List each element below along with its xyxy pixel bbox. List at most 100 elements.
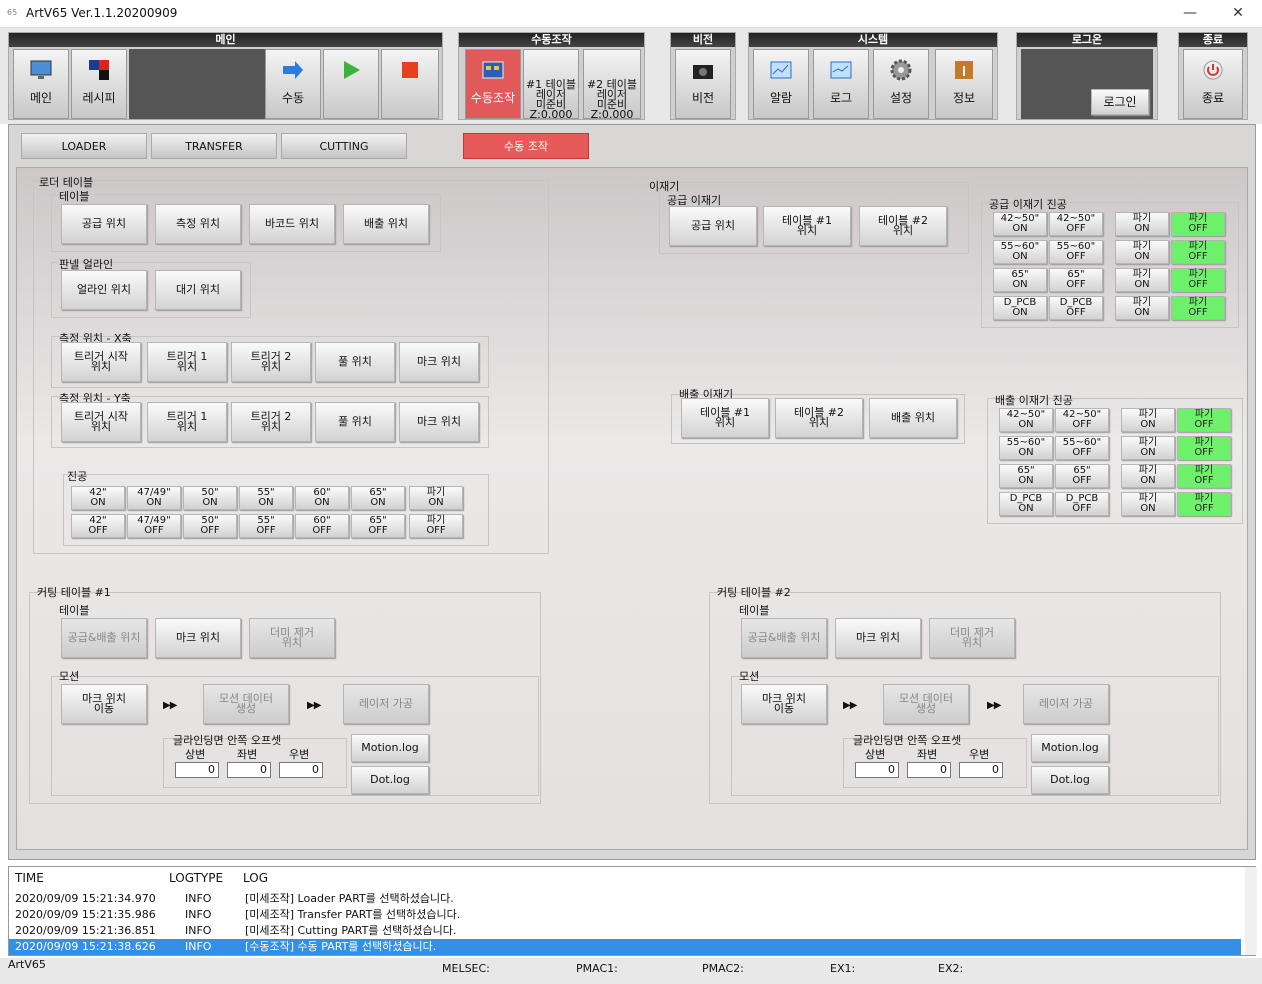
x-trig-start-button[interactable]: 트리거 시작 위치 — [61, 342, 141, 382]
manual-button[interactable]: 수동 — [265, 49, 321, 119]
loader-vac-off-3[interactable]: 55" OFF — [239, 514, 293, 538]
manual-op-button[interactable]: 수동조작 — [465, 49, 521, 119]
stop-button[interactable] — [381, 49, 439, 119]
log-button[interactable]: 로그 — [813, 49, 869, 119]
loader-vac-off-2[interactable]: 50" OFF — [183, 514, 237, 538]
x-trig1-button[interactable]: 트리거 1 위치 — [147, 342, 227, 382]
cut1-move-button[interactable]: 마크 위치 이동 — [61, 684, 147, 724]
tr-supply-button[interactable]: 공급 위치 — [669, 206, 757, 246]
dis-table1-button[interactable]: 테이블 #1 위치 — [681, 398, 769, 438]
loader-vac-on-5[interactable]: 65" ON — [351, 486, 405, 510]
cut1-mark-button[interactable]: 마크 위치 — [155, 618, 241, 658]
cut2-top-input[interactable]: 0 — [855, 762, 899, 778]
discharge-vac-2-3[interactable]: 파기 OFF — [1177, 464, 1231, 488]
loader-vac-on-1[interactable]: 47/49" ON — [127, 486, 181, 510]
tab-transfer[interactable]: TRANSFER — [151, 133, 277, 159]
dis-pos-button[interactable]: 배출 위치 — [869, 398, 957, 438]
discharge-vac-3-3[interactable]: 파기 OFF — [1177, 492, 1231, 516]
y-trig-start-button[interactable]: 트리거 시작 위치 — [61, 402, 141, 442]
log-row[interactable]: 2020/09/09 15:21:38.626 INFO [수동조작] 수동 PAR… — [9, 939, 1241, 955]
discharge-vac-2-0[interactable]: 65" ON — [999, 464, 1053, 488]
info-button[interactable]: 정보 — [935, 49, 993, 119]
cut1-dot-log-button[interactable]: Dot.log — [351, 766, 429, 794]
recipe-button[interactable]: 레시피 — [71, 49, 127, 119]
discharge-vac-1-0[interactable]: 55~60" ON — [999, 436, 1053, 460]
discharge-vac-3-2[interactable]: 파기 ON — [1121, 492, 1175, 516]
cut2-gen-button[interactable]: 모션 데이터 생성 — [883, 684, 969, 724]
loader-discharge-button[interactable]: 배출 위치 — [343, 204, 429, 244]
loader-vac-on-2[interactable]: 50" ON — [183, 486, 237, 510]
discharge-vac-1-2[interactable]: 파기 ON — [1121, 436, 1175, 460]
cut1-dummy-button[interactable]: 더미 제거 위치 — [249, 618, 335, 658]
cut2-left-input[interactable]: 0 — [907, 762, 951, 778]
wait-button[interactable]: 대기 위치 — [155, 270, 241, 310]
cut2-motion-log-button[interactable]: Motion.log — [1031, 734, 1109, 762]
discharge-vac-0-3[interactable]: 파기 OFF — [1177, 408, 1231, 432]
cut2-laser-button[interactable]: 레이저 가공 — [1023, 684, 1109, 724]
y-trig1-button[interactable]: 트리거 1 위치 — [147, 402, 227, 442]
y-pool-button[interactable]: 풀 위치 — [315, 402, 395, 442]
loader-measure-button[interactable]: 측정 위치 — [155, 204, 241, 244]
x-trig2-button[interactable]: 트리거 2 위치 — [231, 342, 311, 382]
dis-table2-button[interactable]: 테이블 #2 위치 — [775, 398, 863, 438]
y-trig2-button[interactable]: 트리거 2 위치 — [231, 402, 311, 442]
cut1-right-input[interactable]: 0 — [279, 762, 323, 778]
cut1-left-input[interactable]: 0 — [227, 762, 271, 778]
log-scrollbar[interactable] — [1245, 867, 1257, 955]
supply-vac-3-0[interactable]: D_PCB ON — [993, 296, 1047, 320]
x-mark-button[interactable]: 마크 위치 — [399, 342, 479, 382]
discharge-vac-0-2[interactable]: 파기 ON — [1121, 408, 1175, 432]
cut2-mark-button[interactable]: 마크 위치 — [835, 618, 921, 658]
discharge-vac-2-2[interactable]: 파기 ON — [1121, 464, 1175, 488]
supply-vac-1-3[interactable]: 파기 OFF — [1171, 240, 1225, 264]
supply-vac-1-0[interactable]: 55~60" ON — [993, 240, 1047, 264]
discharge-vac-1-1[interactable]: 55~60" OFF — [1055, 436, 1109, 460]
loader-vac-on-4[interactable]: 60" ON — [295, 486, 349, 510]
supply-vac-0-1[interactable]: 42~50" OFF — [1049, 212, 1103, 236]
cut1-top-input[interactable]: 0 — [175, 762, 219, 778]
cut1-gen-button[interactable]: 모션 데이터 생성 — [203, 684, 289, 724]
discharge-vac-3-0[interactable]: D_PCB ON — [999, 492, 1053, 516]
loader-vac-off-5[interactable]: 65" OFF — [351, 514, 405, 538]
tab-loader[interactable]: LOADER — [21, 133, 147, 159]
settings-button[interactable]: 설정 — [873, 49, 929, 119]
loader-vac-off-0[interactable]: 42" OFF — [71, 514, 125, 538]
discharge-vac-1-3[interactable]: 파기 OFF — [1177, 436, 1231, 460]
cut2-supply-button[interactable]: 공급&배출 위치 — [741, 618, 827, 658]
supply-vac-2-3[interactable]: 파기 OFF — [1171, 268, 1225, 292]
supply-vac-3-1[interactable]: D_PCB OFF — [1049, 296, 1103, 320]
supply-vac-2-1[interactable]: 65" OFF — [1049, 268, 1103, 292]
x-pool-button[interactable]: 풀 위치 — [315, 342, 395, 382]
cut2-dummy-button[interactable]: 더미 제거 위치 — [929, 618, 1015, 658]
cut2-right-input[interactable]: 0 — [959, 762, 1003, 778]
supply-vac-3-2[interactable]: 파기 ON — [1115, 296, 1169, 320]
discharge-vac-3-1[interactable]: D_PCB OFF — [1055, 492, 1109, 516]
supply-vac-0-2[interactable]: 파기 ON — [1115, 212, 1169, 236]
supply-vac-1-2[interactable]: 파기 ON — [1115, 240, 1169, 264]
play-button[interactable] — [323, 49, 379, 119]
login-button[interactable]: 로그인 — [1091, 89, 1149, 115]
align-button[interactable]: 얼라인 위치 — [61, 270, 147, 310]
cut2-move-button[interactable]: 마크 위치 이동 — [741, 684, 827, 724]
log-row[interactable]: 2020/09/09 15:21:36.851 INFO [미세조작] Cuttin… — [9, 923, 1241, 939]
tr-table2-button[interactable]: 테이블 #2 위치 — [859, 206, 947, 246]
loader-vac-off-4[interactable]: 60" OFF — [295, 514, 349, 538]
supply-vac-2-2[interactable]: 파기 ON — [1115, 268, 1169, 292]
loader-vac-off-6[interactable]: 파기 OFF — [409, 514, 463, 538]
supply-vac-2-0[interactable]: 65" ON — [993, 268, 1047, 292]
close-icon[interactable]: ✕ — [1218, 2, 1258, 24]
log-row[interactable]: 2020/09/09 15:21:35.986 INFO [미세조작] Transf… — [9, 907, 1241, 923]
discharge-vac-0-1[interactable]: 42~50" OFF — [1055, 408, 1109, 432]
log-row[interactable]: 2020/09/09 15:21:34.970 INFO [미세조작] Loader… — [9, 891, 1241, 907]
supply-vac-3-3[interactable]: 파기 OFF — [1171, 296, 1225, 320]
cut1-motion-log-button[interactable]: Motion.log — [351, 734, 429, 762]
vision-button[interactable]: 비전 — [675, 49, 731, 119]
maximize-icon[interactable] — [1172, 2, 1212, 24]
cut2-dot-log-button[interactable]: Dot.log — [1031, 766, 1109, 794]
main-button[interactable]: 메인 — [13, 49, 69, 119]
loader-supply-button[interactable]: 공급 위치 — [61, 204, 147, 244]
loader-vac-off-1[interactable]: 47/49" OFF — [127, 514, 181, 538]
y-mark-button[interactable]: 마크 위치 — [399, 402, 479, 442]
supply-vac-0-0[interactable]: 42~50" ON — [993, 212, 1047, 236]
loader-vac-on-6[interactable]: 파기 ON — [409, 486, 463, 510]
